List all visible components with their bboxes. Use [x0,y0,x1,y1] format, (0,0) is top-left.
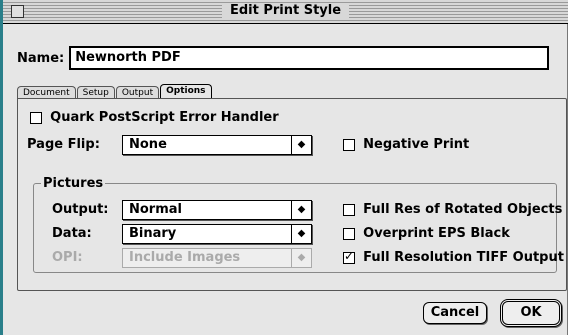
cancel-button[interactable]: Cancel [423,302,487,324]
quark-handler-checkbox[interactable] [30,111,42,124]
updown-arrows-icon: ◆ [291,136,311,154]
data-label: Data: [52,226,92,241]
overprint-eps-label: Overprint EPS Black [363,226,510,241]
updown-arrows-icon: ◆ [291,249,311,267]
full-res-tiff-label: Full Resolution TIFF Output [363,250,564,265]
full-res-tiff-option[interactable]: Full Resolution TIFF Output [343,249,564,265]
output-label: Output: [52,202,109,217]
updown-arrows-icon: ◆ [291,201,311,219]
negative-print-label: Negative Print [363,137,470,152]
name-row: Name: Newnorth PDF [17,46,550,70]
window-title: Edit Print Style [221,3,350,18]
ok-button[interactable]: OK [500,299,562,327]
window-title-wrap: Edit Print Style [3,3,568,18]
pictures-group-label: Pictures [41,176,106,191]
dialog-window: Edit Print Style Name: Newnorth PDF Docu… [0,0,568,335]
name-field[interactable]: Newnorth PDF [69,46,550,70]
negative-print-option[interactable]: Negative Print [343,137,469,152]
full-res-rotated-checkbox[interactable] [343,203,355,216]
output-popup[interactable]: Normal ◆ [122,200,312,220]
output-value: Normal [129,202,182,217]
full-res-rotated-label: Full Res of Rotated Objects [363,202,563,217]
overprint-eps-checkbox[interactable] [343,227,355,240]
updown-arrows-icon: ◆ [291,225,311,243]
quark-handler-label: Quark PostScript Error Handler [50,110,279,125]
name-label: Name: [17,50,65,66]
page-flip-popup[interactable]: None ◆ [122,135,312,155]
full-res-tiff-checkbox[interactable] [343,249,355,264]
data-popup[interactable]: Binary ◆ [122,224,312,244]
data-value: Binary [129,226,177,241]
opi-label: OPI: [52,250,83,265]
quark-handler-option[interactable]: Quark PostScript Error Handler [30,110,279,125]
opi-popup: Include Images ◆ [122,248,312,268]
page-flip-label: Page Flip: [27,137,100,152]
title-bar[interactable]: Edit Print Style [3,0,568,24]
opi-value: Include Images [129,250,241,265]
overprint-eps-option[interactable]: Overprint EPS Black [343,226,510,241]
full-res-rotated-option[interactable]: Full Res of Rotated Objects [343,202,562,217]
page-flip-value: None [129,137,167,152]
negative-print-checkbox[interactable] [343,138,355,151]
